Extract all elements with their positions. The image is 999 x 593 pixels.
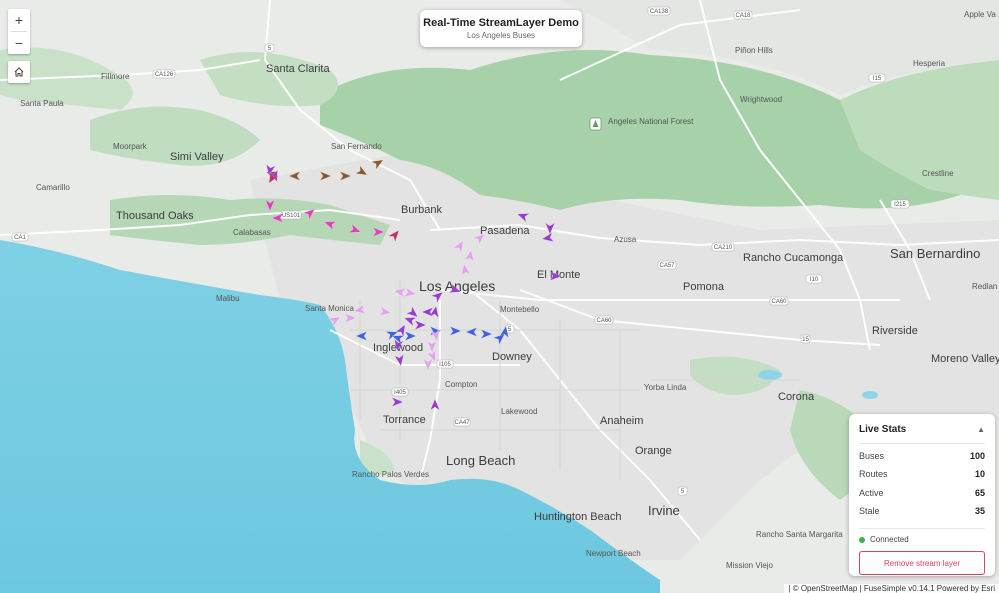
stat-row-stale: Stale 35: [849, 502, 995, 520]
lake-matthews: [862, 391, 878, 399]
place-label: Montebello: [500, 305, 540, 314]
home-icon: [14, 67, 24, 77]
place-label: Azusa: [614, 235, 637, 244]
place-label: Orange: [635, 445, 672, 457]
live-stats-panel: Live Stats ▲ Buses 100 Routes 10 Active 65 …: [849, 414, 995, 576]
zoom-control: + −: [8, 9, 30, 54]
place-label: Apple Va: [964, 10, 996, 19]
place-label: San Fernando: [331, 142, 382, 151]
svg-text:US101: US101: [282, 213, 301, 219]
place-label: Rancho Cucamonga: [743, 252, 844, 264]
place-label: Huntington Beach: [534, 511, 621, 523]
zoom-in-button[interactable]: +: [8, 9, 30, 31]
place-label: Rancho Santa Margarita: [756, 530, 843, 539]
place-label: San Bernardino: [890, 246, 980, 261]
stat-value: 65: [974, 487, 985, 498]
place-label: Wrightwood: [740, 95, 782, 104]
place-label: Lakewood: [501, 407, 537, 416]
svg-text:I105: I105: [439, 362, 451, 368]
stat-row-routes: Routes 10: [849, 465, 995, 483]
place-label: Yorba Linda: [644, 383, 687, 392]
stat-label: Routes: [859, 469, 888, 480]
collapse-icon[interactable]: ▲: [977, 425, 985, 434]
stat-value: 10: [974, 469, 985, 480]
stat-label: Active: [859, 487, 884, 498]
stat-value: 35: [974, 506, 985, 517]
place-label: Crestline: [922, 169, 954, 178]
place-label: Piñon Hills: [735, 46, 773, 55]
place-label: Santa Monica: [305, 304, 354, 313]
place-label: Anaheim: [600, 415, 643, 427]
place-label: Torrance: [383, 414, 426, 426]
place-label: Santa Clarita: [266, 63, 330, 75]
app-title: Real-Time StreamLayer Demo: [423, 17, 579, 29]
svg-text:I15: I15: [873, 76, 882, 82]
svg-text:15: 15: [802, 337, 809, 343]
svg-text:CA47: CA47: [454, 420, 470, 426]
place-label: Santa Paula: [20, 99, 64, 108]
stats-title: Live Stats: [859, 424, 907, 435]
app-subtitle: Los Angeles Buses: [466, 31, 536, 40]
place-label: Rancho Palos Verdes: [352, 470, 429, 479]
place-label: Corona: [778, 391, 815, 403]
svg-text:I405: I405: [394, 390, 406, 396]
svg-text:CA210: CA210: [714, 245, 733, 251]
place-label: Burbank: [401, 204, 442, 216]
stat-row-buses: Buses 100: [849, 447, 995, 465]
place-label: Redlan: [972, 282, 997, 291]
place-label: Camarillo: [36, 183, 70, 192]
place-label: Long Beach: [446, 453, 515, 468]
stats-rows: Buses 100 Routes 10 Active 65 Stale 35: [849, 444, 995, 520]
status-text: Connected: [870, 535, 909, 545]
svg-text:CA126: CA126: [155, 72, 174, 78]
svg-text:CA57: CA57: [659, 263, 675, 269]
stat-label: Stale: [859, 506, 880, 517]
remove-stream-layer-button[interactable]: Remove stream layer: [859, 551, 985, 576]
place-label: Irvine: [648, 503, 680, 518]
place-label: Pomona: [683, 281, 725, 293]
forest-icon: [589, 117, 602, 131]
connection-status: Connected: [849, 529, 995, 544]
svg-text:CA138: CA138: [650, 9, 669, 15]
place-label: Downey: [492, 351, 532, 363]
svg-text:CA60: CA60: [596, 318, 612, 324]
place-label: Malibu: [216, 294, 240, 303]
status-dot-icon: [859, 536, 865, 543]
place-label: Angeles National Forest: [608, 117, 694, 126]
place-label: Riverside: [872, 325, 918, 337]
place-label: Thousand Oaks: [116, 210, 194, 222]
place-label: Hesperia: [913, 59, 946, 68]
stats-header: Live Stats ▲: [849, 414, 995, 435]
place-label: Calabasas: [233, 228, 271, 237]
stat-value: 100: [969, 451, 985, 462]
stat-label: Buses: [859, 451, 885, 462]
svg-text:I10: I10: [810, 277, 819, 283]
place-label: Compton: [445, 380, 477, 389]
place-label: Simi Valley: [170, 151, 224, 163]
svg-text:CA18: CA18: [735, 13, 751, 19]
place-label: Newport Beach: [586, 549, 641, 558]
place-label: Pasadena: [480, 225, 530, 237]
home-button[interactable]: [8, 61, 30, 83]
lake-perris: [758, 370, 782, 380]
place-label: Moreno Valley: [931, 353, 999, 365]
place-label: Mission Viejo: [726, 561, 774, 570]
attribution: | © OpenStreetMap | FuseSimple v0.14.1 P…: [784, 584, 999, 593]
svg-text:CA60: CA60: [771, 299, 787, 305]
title-card: Real-Time StreamLayer Demo Los Angeles B…: [420, 10, 582, 47]
svg-text:I215: I215: [894, 202, 906, 208]
place-label: Moorpark: [113, 142, 148, 151]
zoom-out-button[interactable]: −: [8, 32, 30, 54]
svg-text:CA1: CA1: [14, 235, 26, 241]
stat-row-active: Active 65: [849, 484, 995, 502]
place-label: Fillmore: [101, 72, 130, 81]
